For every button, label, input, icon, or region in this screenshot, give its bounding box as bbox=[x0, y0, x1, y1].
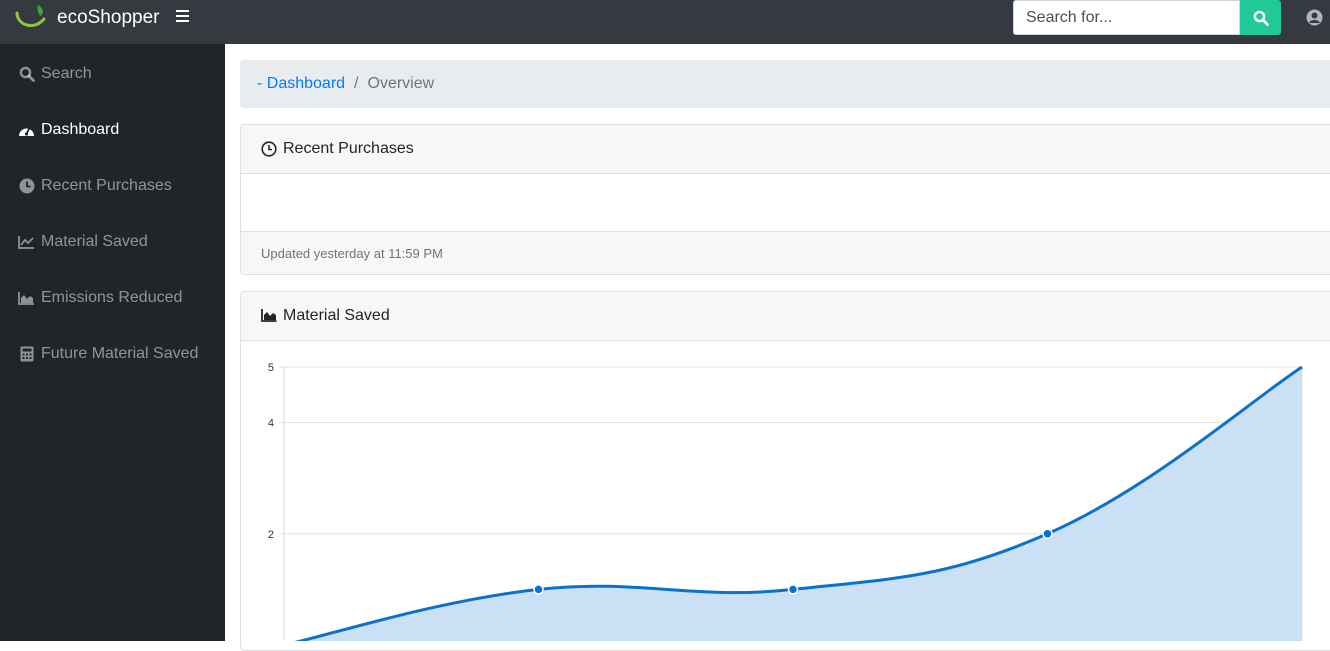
sidebar-item-material-saved[interactable]: Material Saved bbox=[0, 214, 225, 270]
breadcrumb: - Dashboard / Overview bbox=[240, 60, 1330, 108]
material-saved-chart: 5420 bbox=[268, 362, 1303, 641]
sidebar-item-search[interactable]: Search bbox=[0, 46, 225, 102]
recent-purchases-card: Recent Purchases Updated yesterday at 11… bbox=[240, 124, 1330, 275]
user-circle-icon[interactable] bbox=[1306, 9, 1323, 26]
sidebar-item-label: Material Saved bbox=[41, 233, 148, 250]
y-tick-label: 2 bbox=[268, 529, 274, 541]
sidebar-item-emissions-reduced[interactable]: Emissions Reduced bbox=[0, 270, 225, 326]
search-input[interactable] bbox=[1013, 0, 1240, 35]
calculator-icon bbox=[18, 346, 35, 363]
sidebar-item-label: Dashboard bbox=[41, 121, 120, 138]
data-point bbox=[533, 584, 544, 595]
y-tick-label: 4 bbox=[268, 418, 274, 430]
material-saved-title: Material Saved bbox=[283, 307, 390, 324]
sidebar-item-dashboard[interactable]: Dashboard bbox=[0, 102, 225, 158]
search-button[interactable] bbox=[1240, 0, 1281, 35]
data-point bbox=[787, 584, 799, 595]
leaf-logo-icon bbox=[15, 5, 46, 28]
tachometer-icon bbox=[18, 122, 35, 139]
sidebar-item-future-material-saved[interactable]: Future Material Saved bbox=[0, 326, 225, 382]
sidebar-item-label: Recent Purchases bbox=[41, 177, 172, 194]
clock-icon bbox=[18, 178, 35, 195]
area-chart-icon bbox=[18, 290, 35, 307]
breadcrumb-separator: / bbox=[354, 75, 359, 92]
breadcrumb-dashboard-link[interactable]: - Dashboard bbox=[257, 75, 345, 93]
search-icon bbox=[18, 66, 35, 83]
recent-purchases-title: Recent Purchases bbox=[283, 140, 414, 157]
sidebar-item-label: Search bbox=[41, 65, 92, 82]
recent-purchases-body bbox=[241, 174, 1330, 231]
y-tick-label: 5 bbox=[268, 362, 274, 374]
brand-name[interactable]: ecoShopper bbox=[57, 7, 159, 29]
breadcrumb-current: Overview bbox=[367, 75, 435, 92]
area-chart-icon bbox=[261, 308, 277, 324]
data-point bbox=[1042, 528, 1053, 540]
series-area-fill bbox=[300, 367, 1302, 641]
recent-purchases-header: Recent Purchases bbox=[241, 125, 1330, 174]
menu-toggle-icon[interactable] bbox=[176, 10, 189, 23]
line-chart-icon bbox=[18, 234, 35, 251]
material-saved-header: Material Saved bbox=[241, 292, 1330, 341]
clock-icon bbox=[261, 141, 277, 157]
recent-purchases-footer: Updated yesterday at 11:59 PM bbox=[241, 231, 1330, 274]
top-navbar: ecoShopper bbox=[0, 0, 1330, 44]
sidebar: Search Dashboard Recent Purchases Materi… bbox=[0, 44, 225, 641]
search-icon bbox=[1253, 10, 1269, 26]
sidebar-item-recent-purchases[interactable]: Recent Purchases bbox=[0, 158, 225, 214]
sidebar-item-label: Emissions Reduced bbox=[41, 289, 183, 306]
sidebar-item-label: Future Material Saved bbox=[41, 345, 199, 362]
